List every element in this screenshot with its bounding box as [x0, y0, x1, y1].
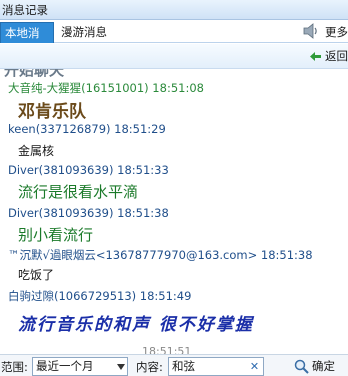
- message-sender: Diver(381093639) 18:51:33: [8, 163, 169, 177]
- message-text: 邓肯乐队: [18, 102, 86, 122]
- message-sender: 白驹过隙(1066729513) 18:51:49: [8, 289, 192, 303]
- clipped-message-bottom: 18:51:51: [142, 345, 192, 354]
- message-text: 金属核: [18, 144, 55, 158]
- back-label: 返回: [325, 49, 348, 63]
- back-button[interactable]: 返回: [307, 48, 348, 65]
- range-select-value: 最近一个月: [36, 359, 94, 373]
- content-label: 内容:: [136, 360, 163, 374]
- message-text: 流行音乐的和声 很不好掌握: [18, 315, 254, 335]
- confirm-button[interactable]: 确定: [292, 356, 348, 376]
- message-text: 别小看流行: [18, 226, 94, 244]
- tab-local-messages[interactable]: 本地消息: [0, 22, 54, 61]
- message-sender: Diver(381093639) 18:51:38: [8, 206, 169, 220]
- content-search-input[interactable]: 和弦 ✕: [168, 357, 264, 376]
- message-text: 吃饭了: [18, 268, 55, 282]
- more-button[interactable]: 更多: [325, 24, 348, 40]
- message-text: 流行是很看水平滴: [18, 183, 139, 201]
- clear-icon[interactable]: ✕: [249, 361, 260, 372]
- range-select[interactable]: 最近一个月: [32, 357, 128, 376]
- search-icon: [294, 359, 309, 374]
- message-history[interactable]: 开始聊天 大音纯-大猩猩(16151001) 18:51:08 邓肯乐队 kee…: [0, 69, 348, 354]
- range-label: 范围:: [1, 360, 28, 374]
- tab-bar: 本地消息 漫游消息 更多: [0, 20, 348, 61]
- window-title: 消息记录: [0, 0, 348, 20]
- message-sender: 大音纯-大猩猩(16151001) 18:51:08: [8, 81, 204, 95]
- confirm-label: 确定: [312, 359, 335, 373]
- message-sender: ™沉默√過眼烟云<13678777970@163.com> 18:51:38: [8, 248, 313, 262]
- clipped-message-top: 开始聊天: [4, 69, 65, 79]
- message-sender: keen(337126879) 18:51:29: [8, 122, 166, 136]
- filter-bar: 范围: 最近一个月 内容: 和弦 ✕ 确定: [0, 354, 348, 376]
- history-toolbar: 返回: [0, 44, 348, 69]
- chevron-down-icon: [117, 364, 125, 370]
- tab-roaming-messages[interactable]: 漫游消息: [57, 22, 111, 43]
- content-input-value: 和弦: [172, 359, 195, 373]
- speaker-icon[interactable]: [302, 23, 320, 39]
- back-arrow-icon: [310, 52, 321, 61]
